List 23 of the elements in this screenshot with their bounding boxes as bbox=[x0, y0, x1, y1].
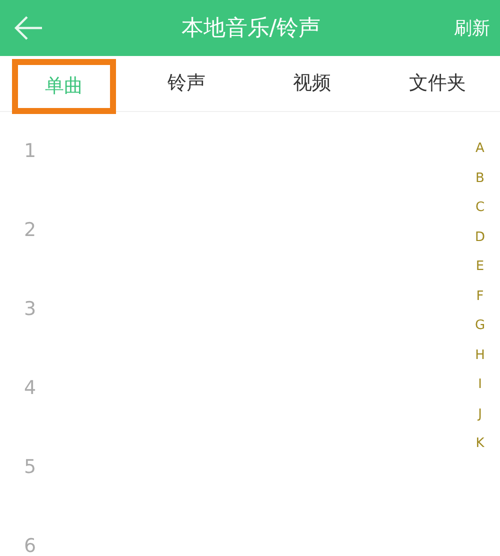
index-letter[interactable]: K bbox=[460, 429, 500, 458]
index-letter[interactable]: G bbox=[460, 311, 500, 340]
index-letter[interactable]: I bbox=[460, 370, 500, 400]
tab[interactable]: 单曲 bbox=[12, 59, 116, 114]
tab[interactable]: 视频 bbox=[249, 56, 375, 111]
row-number: 1 bbox=[24, 139, 36, 164]
row-number: 6 bbox=[24, 534, 36, 556]
page-title: 本地音乐/铃声 bbox=[181, 14, 321, 42]
index-letter[interactable]: B bbox=[460, 164, 500, 193]
index-letter[interactable]: D bbox=[460, 222, 500, 252]
row-number: 4 bbox=[24, 376, 36, 402]
index-letter[interactable]: A bbox=[460, 134, 500, 164]
row-number: 5 bbox=[24, 455, 36, 480]
index-letter[interactable]: E bbox=[460, 252, 500, 282]
index-letter[interactable]: J bbox=[460, 400, 500, 429]
index-letter[interactable]: C bbox=[460, 193, 500, 222]
tab[interactable]: 铃声 bbox=[124, 56, 250, 111]
tab[interactable]: 文件夹 bbox=[374, 56, 500, 111]
row-number: 3 bbox=[24, 297, 36, 322]
index-letter[interactable]: H bbox=[460, 340, 500, 370]
refresh-button[interactable]: 刷新 bbox=[444, 14, 500, 42]
index-letter[interactable]: F bbox=[460, 282, 500, 311]
row-number: 2 bbox=[24, 218, 36, 244]
